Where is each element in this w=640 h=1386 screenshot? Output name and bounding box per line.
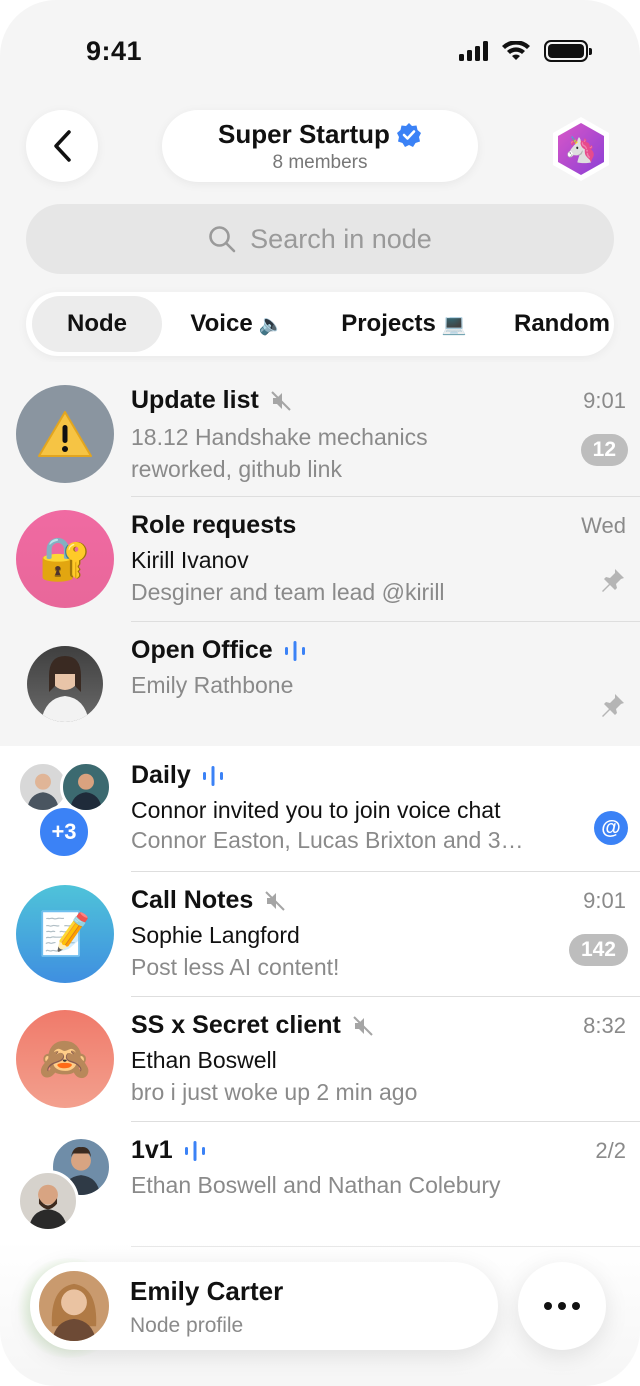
laptop-icon: 💻 [441, 313, 467, 336]
verified-badge-icon [396, 122, 421, 147]
pin-icon [602, 569, 624, 592]
chat-row-1v1[interactable]: 1v1 Ethan Boswell and Nathan Colebury 2/… [0, 1122, 640, 1247]
message-preview: Emily Rathbone [131, 672, 294, 698]
chat-row-update-list[interactable]: Update list 18.12 Handshake mechanics re… [0, 372, 640, 497]
person-photo [41, 656, 89, 722]
tab-voice[interactable]: Voice 🔈 [182, 296, 292, 352]
search-placeholder: Search in node [250, 223, 432, 254]
message-preview: bro i just woke up 2 min ago [131, 1079, 418, 1105]
chat-row-daily[interactable]: +3 Daily Connor invited you to join voic… [0, 747, 640, 872]
node-avatar-button[interactable]: 🦄 [548, 116, 614, 182]
search-input[interactable]: Search in node [26, 204, 614, 274]
status-bar: 9:41 [0, 0, 640, 100]
muted-icon [265, 890, 285, 911]
voice-wave-icon [202, 765, 223, 786]
avatar-photo [17, 1170, 79, 1232]
unread-badge: 12 [580, 434, 628, 466]
message-preview-2: reworked, github link [131, 456, 342, 482]
tab-label: Voice [190, 310, 253, 337]
chat-name: Call Notes [131, 886, 254, 914]
profile-name: Emily Carter [130, 1276, 284, 1306]
lock-key-icon: 🔐 [38, 535, 92, 582]
sender-name: Ethan Boswell [131, 1047, 277, 1073]
see-no-evil-monkey-icon: 🙈 [38, 1035, 92, 1082]
message-preview: 18.12 Handshake mechanics [131, 424, 428, 450]
phone-screen: 9:41 Super Startup 8 members 🦄 Search in… [0, 0, 640, 1386]
chat-row-role-requests[interactable]: 🔐 Role requests Kirill Ivanov Desginer a… [0, 497, 640, 622]
tab-node[interactable]: Node [32, 296, 162, 352]
avatar: 🙈 [16, 1010, 114, 1108]
chat-name: Update list [131, 386, 259, 414]
avatar [16, 385, 114, 483]
chat-name: Daily [131, 761, 191, 789]
profile-button[interactable]: Emily Carter Node profile [30, 1262, 498, 1350]
more-dots-icon [544, 1302, 552, 1310]
timestamp: 8:32 [583, 1013, 626, 1038]
timestamp: Wed [581, 513, 626, 538]
warning-icon [38, 411, 92, 457]
mention-badge: @ [594, 811, 628, 845]
header: Super Startup 8 members 🦄 Search in node… [0, 100, 640, 362]
voice-wave-icon [284, 640, 305, 661]
timestamp: 9:01 [583, 388, 626, 413]
chevron-left-icon [54, 130, 71, 162]
avatar: 📝 [16, 885, 114, 983]
message-preview-2: Connor Easton, Lucas Brixton and 3… [131, 827, 524, 853]
chat-row-open-office[interactable]: Open Office Emily Rathbone [0, 622, 640, 747]
tab-projects[interactable]: Projects 💻 [334, 296, 474, 352]
timestamp: 9:01 [583, 888, 626, 913]
message-preview: Desginer and team lead @kirill [131, 579, 445, 605]
tab-random[interactable]: Random [514, 296, 614, 352]
status-icons [459, 40, 592, 62]
chat-name: SS x Secret client [131, 1011, 341, 1039]
search-icon [209, 226, 236, 253]
sender-name: Sophie Langford [131, 922, 300, 948]
tab-label: Random [514, 310, 610, 337]
tab-label: Projects [341, 310, 436, 337]
chat-name: Open Office [131, 636, 273, 664]
tab-bar: Node Voice 🔈 Projects 💻 Random [26, 292, 614, 356]
memo-icon: 📝 [38, 910, 92, 957]
person-photo [51, 1283, 97, 1341]
voice-wave-icon [184, 1140, 205, 1161]
unicorn-hexagon-icon: 🦄 [553, 117, 609, 181]
chat-row-secret-client[interactable]: 🙈 SS x Secret client Ethan Boswell bro i… [0, 997, 640, 1122]
timestamp: 2/2 [595, 1138, 626, 1163]
chat-row-call-notes[interactable]: 📝 Call Notes Sophie Langford Post less A… [0, 872, 640, 997]
profile-subtitle: Node profile [130, 1314, 244, 1337]
status-time: 9:41 [86, 36, 143, 66]
chat-name: Role requests [131, 511, 297, 539]
avatar-photo [27, 646, 103, 722]
wifi-icon [502, 41, 530, 60]
person-photo [29, 1184, 67, 1229]
extra-members-badge: +3 [37, 805, 91, 859]
message-preview: Connor invited you to join voice chat [131, 797, 501, 823]
battery-icon [544, 40, 592, 62]
chat-title-pill[interactable]: Super Startup 8 members [162, 110, 478, 182]
svg-text:🦄: 🦄 [565, 134, 597, 164]
more-dot [558, 1302, 566, 1310]
more-dot [572, 1302, 580, 1310]
muted-icon [271, 390, 291, 411]
message-preview: Post less AI content! [131, 954, 340, 980]
profile-avatar [36, 1268, 112, 1344]
muted-icon [353, 1015, 373, 1036]
more-button[interactable] [518, 1262, 606, 1350]
member-count: 8 members [272, 152, 368, 173]
sender-name: Kirill Ivanov [131, 547, 249, 573]
back-button[interactable] [26, 110, 98, 182]
page-title: Super Startup [218, 119, 390, 149]
signal-icon [459, 41, 488, 61]
chat-name: 1v1 [131, 1136, 173, 1164]
unread-badge: 142 [568, 934, 628, 966]
message-preview: Ethan Boswell and Nathan Colebury [131, 1172, 501, 1198]
avatar: 🔐 [16, 510, 114, 608]
speaker-icon: 🔈 [258, 313, 284, 336]
tab-label: Node [67, 310, 127, 337]
pin-icon [602, 694, 624, 717]
